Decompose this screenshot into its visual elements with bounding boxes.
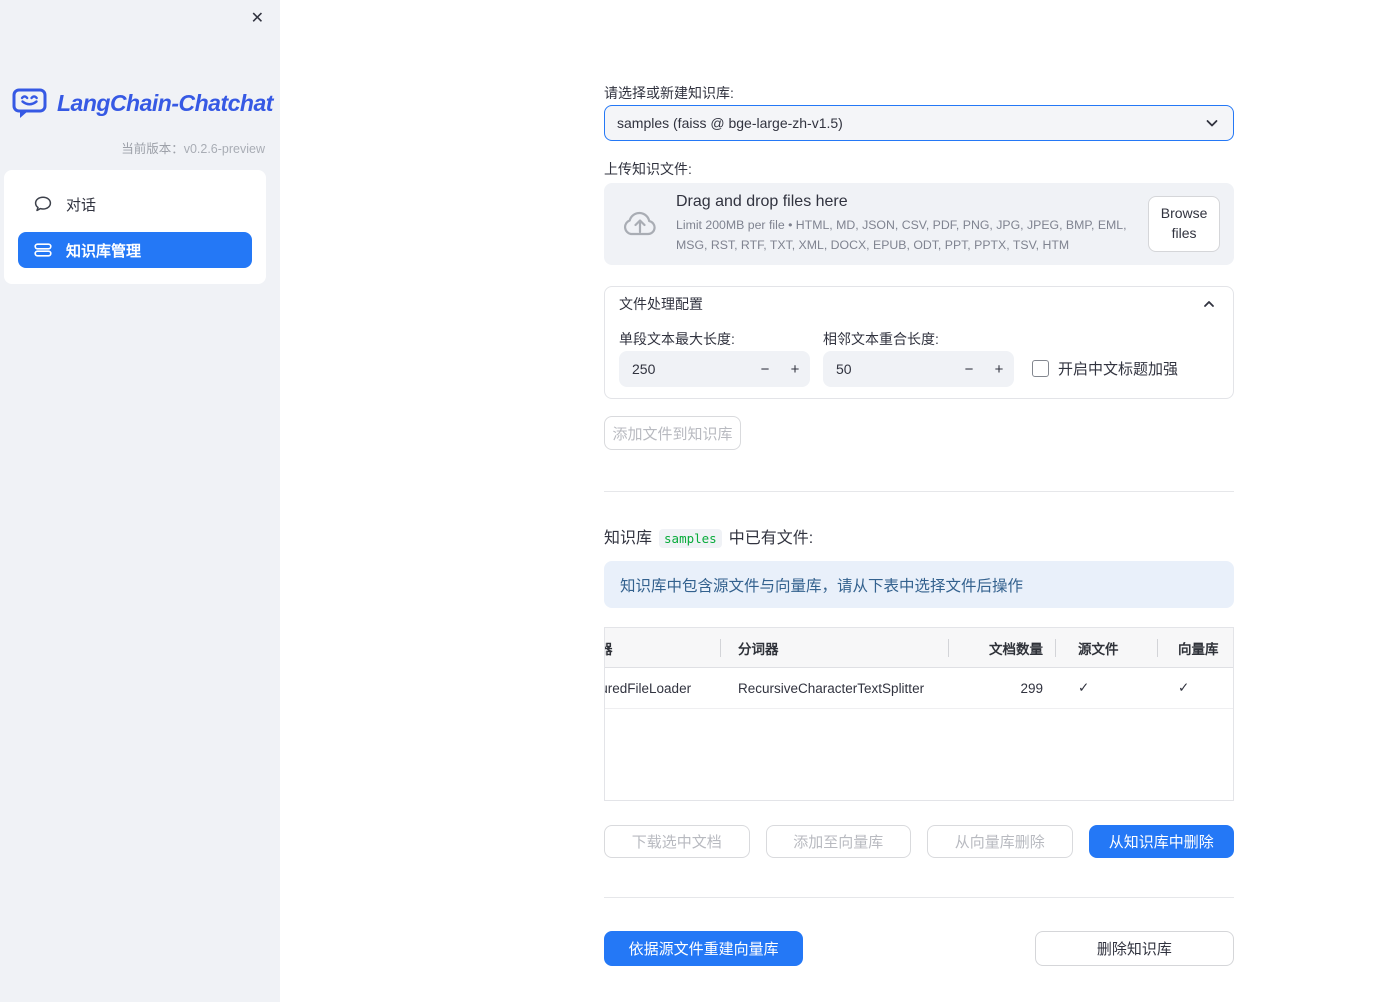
knowledge-base-icon [33,240,53,260]
cell-vector-check: ✓ [1178,680,1190,695]
sidebar: ✕ LangChain-Chatchat 当前版本：v0.2.6-preview [0,0,280,1002]
app-root: ✕ LangChain-Chatchat 当前版本：v0.2.6-preview [0,0,1380,1002]
bottom-buttons: 依据源文件重建向量库 删除知识库 [604,931,1234,966]
minus-stepper[interactable]: − [750,361,780,378]
chunk-size-input[interactable]: 250 − + [619,351,810,387]
file-config-title: 文件处理配置 [619,296,703,312]
chevron-up-icon [1201,296,1217,312]
col-header-loader[interactable]: 文档加载器 [605,628,720,667]
checkbox-box[interactable] [1032,360,1049,377]
delete-from-kb-button[interactable]: 从知识库中删除 [1088,825,1234,858]
sidebar-menu: 对话 知识库管理 [4,170,266,284]
cell-docs: 299 [1020,680,1043,696]
info-banner: 知识库中包含源文件与向量库，请从下表中选择文件后操作 [604,561,1234,608]
kb-select[interactable]: samples (faiss @ bge-large-zh-v1.5) [604,105,1234,141]
upload-label: 上传知识文件: [604,161,692,177]
version-label: 当前版本： [121,142,184,156]
col-header-source[interactable]: 源文件 [1055,628,1157,667]
plus-stepper[interactable]: + [984,361,1014,378]
info-banner-text: 知识库中包含源文件与向量库，请从下表中选择文件后操作 [620,577,1024,595]
add-files-to-kb-button[interactable]: 添加文件到知识库 [604,416,741,450]
rebuild-vectorstore-button[interactable]: 依据源文件重建向量库 [604,931,804,966]
kb-select-value: samples (faiss @ bge-large-zh-v1.5) [617,115,843,131]
uploader-title: Drag and drop files here [676,193,848,211]
browse-files-button[interactable]: Browse files [1148,196,1220,252]
close-icon[interactable]: ✕ [247,6,268,32]
kb-select-label: 请选择或新建知识库: [604,85,734,101]
delete-kb-button[interactable]: 删除知识库 [1034,931,1234,966]
cell-source-check: ✓ [1078,680,1090,695]
kb-files-prefix: 知识库 [604,530,653,547]
table-row[interactable]: UnstructuredFileLoader RecursiveCharacte… [605,668,1233,709]
chat-bubble-icon [33,194,53,214]
divider [604,897,1234,898]
kb-files-suffix: 中已有文件: [728,530,814,547]
minus-stepper[interactable]: − [954,361,984,378]
chunk-size-value: 250 [632,361,656,377]
sidebar-item-label: 对话 [66,196,97,214]
kb-files-line: 知识库 samples 中已有文件: [604,524,1234,548]
checkbox-label: 开启中文标题加强 [1058,361,1179,378]
version-value: v0.2.6-preview [183,142,265,156]
sidebar-item-kb-management[interactable]: 知识库管理 [18,232,252,268]
sidebar-item-label: 知识库管理 [66,242,142,260]
logo-chat-icon [11,86,49,120]
overlap-size-input[interactable]: 50 − + [823,351,1014,387]
sidebar-item-dialogue[interactable]: 对话 [18,186,252,222]
cloud-upload-icon [620,208,660,240]
delete-from-vectorstore-button[interactable]: 从向量库删除 [927,825,1073,858]
col-header-splitter[interactable]: 分词器 [720,628,948,667]
main-content: 请选择或新建知识库: samples (faiss @ bge-large-zh… [604,0,1234,1002]
cell-loader: UnstructuredFileLoader [605,680,692,696]
file-config-expander: 文件处理配置 单段文本最大长度: 250 − + 相邻文本重合长度: 50 − … [604,286,1234,399]
col-header-vector[interactable]: 向量库 [1157,628,1233,667]
kb-name-code: samples [659,529,722,548]
table-header-row: 文档加载器 分词器 文档数量 源文件 向量库 [605,628,1233,668]
col-header-docs[interactable]: 文档数量 [948,628,1055,667]
plus-stepper[interactable]: + [780,361,810,378]
download-selected-button[interactable]: 下载选中文档 [604,825,750,858]
overlap-size-label: 相邻文本重合长度: [823,331,939,347]
uploader-hint: Limit 200MB per file • HTML, MD, JSON, C… [676,218,1127,252]
table-action-buttons: 下载选中文档 添加至向量库 从向量库删除 从知识库中删除 [604,825,1234,858]
chunk-size-label: 单段文本最大长度: [619,331,735,347]
cell-splitter: RecursiveCharacterTextSplitter [738,680,925,696]
zh-title-enhance-checkbox[interactable]: 开启中文标题加强 [1032,358,1178,379]
add-to-vectorstore-button[interactable]: 添加至向量库 [765,825,911,858]
logo-text: LangChain-Chatchat [57,89,273,116]
divider [604,491,1234,492]
file-uploader-dropzone[interactable]: Drag and drop files here Limit 200MB per… [604,183,1234,265]
uploader-text: Drag and drop files here Limit 200MB per… [676,193,1148,254]
version-info: 当前版本：v0.2.6-preview [121,138,265,157]
overlap-size-value: 50 [836,361,852,377]
app-logo: LangChain-Chatchat [11,86,273,120]
kb-files-table[interactable]: 文档加载器 分词器 文档数量 源文件 向量库 UnstructuredFileL… [604,627,1234,801]
file-config-expander-header[interactable]: 文件处理配置 [605,287,1233,321]
chevron-down-icon [1203,114,1221,132]
